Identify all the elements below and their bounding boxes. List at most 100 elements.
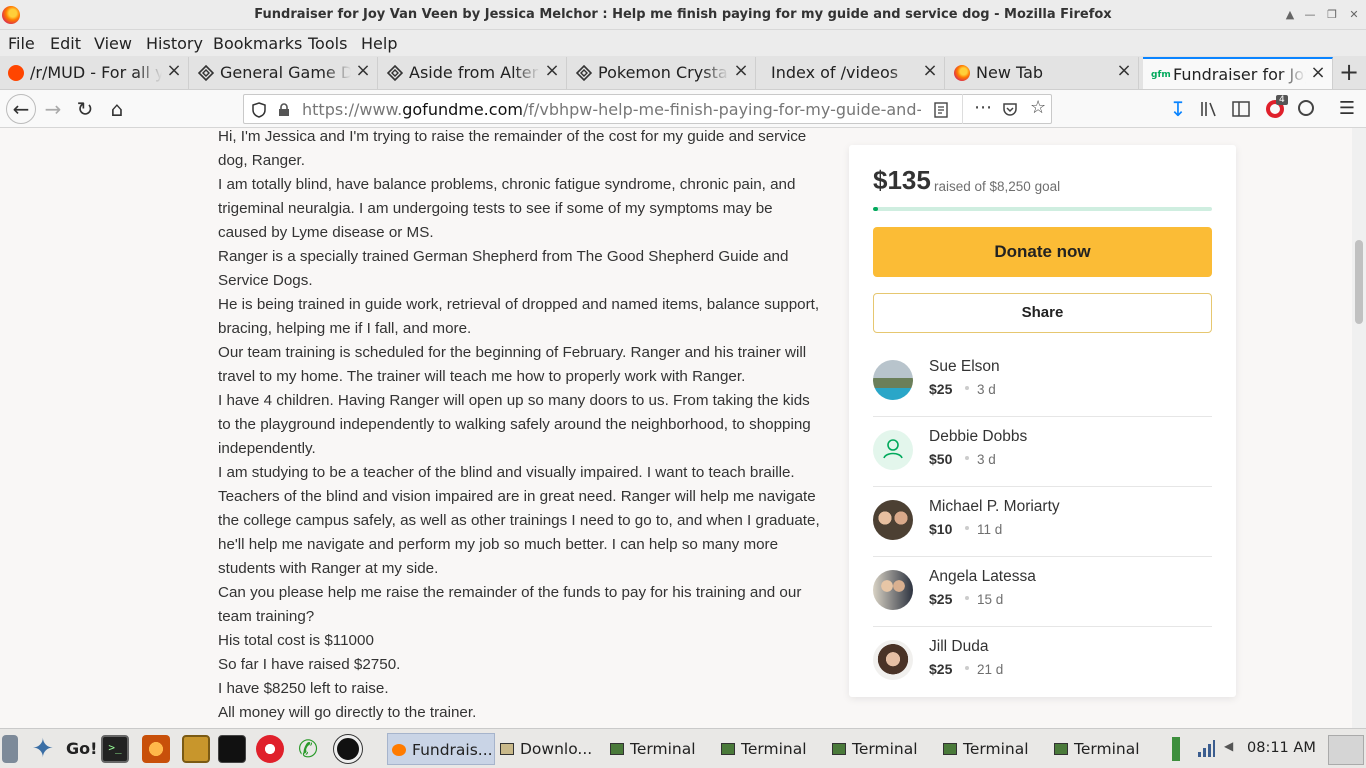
menu-tools[interactable]: Tools <box>308 34 347 53</box>
tab-index-of-videos[interactable]: Index of /videos × <box>757 57 945 89</box>
donor-item: Angela Latessa $25 15 d <box>873 557 1212 627</box>
task-label: Terminal <box>963 740 1029 758</box>
close-tab-icon[interactable]: × <box>1116 62 1132 80</box>
downloads-icon[interactable]: ↧ <box>1165 96 1191 122</box>
tray-expand-icon[interactable]: ◀ <box>1224 739 1233 753</box>
donor-time: 3 d <box>977 452 996 467</box>
close-tab-icon[interactable]: × <box>544 62 560 80</box>
reader-view-icon[interactable] <box>934 102 948 118</box>
diamond-icon <box>387 65 403 81</box>
lock-icon[interactable] <box>278 103 290 117</box>
shield-icon[interactable] <box>252 102 266 118</box>
obs-launcher-icon[interactable] <box>334 735 362 763</box>
new-tab-button[interactable]: + <box>1336 60 1362 86</box>
tab-label: New Tab <box>976 63 1044 82</box>
tab-general-game-dis[interactable]: General Game Dis × <box>190 57 378 89</box>
battery-icon[interactable] <box>1172 737 1180 761</box>
window-maximize-icon[interactable]: ❐ <box>1324 7 1340 23</box>
task-terminal[interactable]: Terminal <box>610 733 715 765</box>
donate-now-button[interactable]: Donate now <box>873 227 1212 277</box>
show-desktop-icon[interactable] <box>1328 735 1364 765</box>
donor-item: Michael P. Moriarty $10 11 d <box>873 487 1212 557</box>
story-paragraph: All money will go directly to the traine… <box>218 704 477 721</box>
page-actions-icon[interactable]: ⋯ <box>974 97 992 118</box>
menu-help[interactable]: Help <box>361 34 397 53</box>
story-paragraph: He is being trained in guide work, retri… <box>218 296 820 337</box>
app-launcher-icon[interactable] <box>142 735 170 763</box>
close-tab-icon[interactable]: × <box>922 62 938 80</box>
window-minimize-icon[interactable]: — <box>1302 7 1318 23</box>
menu-bookmarks[interactable]: Bookmarks <box>213 34 302 53</box>
back-icon[interactable]: ← <box>6 94 36 124</box>
page-scrollbar[interactable] <box>1352 128 1366 728</box>
task-terminal[interactable]: Terminal <box>1054 733 1159 765</box>
heart-person-icon <box>883 439 903 459</box>
tab-strip: /r/MUD - For all yo × General Game Dis ×… <box>0 56 1366 90</box>
start-menu-icon[interactable]: ✦ <box>32 735 60 763</box>
donor-name: Angela Latessa <box>929 568 1036 585</box>
url-path: /f/vbhpw-help-me-finish-paying-for-my-gu… <box>522 100 921 119</box>
separator-dot <box>965 526 969 530</box>
game-launcher-icon[interactable] <box>218 735 246 763</box>
story-paragraph: I have 4 children. Having Ranger will op… <box>218 392 811 457</box>
reload-icon[interactable]: ↻ <box>72 96 98 122</box>
diamond-icon <box>576 65 592 81</box>
menu-history[interactable]: History <box>146 34 203 53</box>
go-label[interactable]: Go! <box>66 739 97 758</box>
donor-name: Sue Elson <box>929 358 1000 375</box>
donor-amount: $50 <box>929 451 953 467</box>
task-label: Terminal <box>630 740 696 758</box>
menu-file[interactable]: File <box>8 34 35 53</box>
share-button[interactable]: Share <box>873 293 1212 333</box>
avatar <box>873 360 913 400</box>
home-icon[interactable]: ⌂ <box>104 96 130 122</box>
close-tab-icon[interactable]: × <box>733 62 749 80</box>
tab-fundraiser[interactable]: gfm Fundraiser for Joy × <box>1143 57 1333 89</box>
url-bar[interactable]: https://www.gofundme.com/f/vbhpw-help-me… <box>243 94 1052 124</box>
pocket-icon[interactable] <box>1002 102 1018 118</box>
desktop-icon[interactable] <box>2 735 18 763</box>
menu-view[interactable]: View <box>94 34 132 53</box>
story-paragraph: I am totally blind, have balance problem… <box>218 176 796 241</box>
library-icon[interactable] <box>1200 100 1220 118</box>
task-terminal[interactable]: Terminal <box>721 733 826 765</box>
task-downloads[interactable]: Downlo... <box>498 733 603 765</box>
diamond-icon <box>198 65 214 81</box>
bookmark-star-icon[interactable]: ☆ <box>1030 97 1046 118</box>
scrollbar-thumb[interactable] <box>1355 240 1363 324</box>
reddit-icon <box>8 65 24 81</box>
menu-edit[interactable]: Edit <box>50 34 81 53</box>
task-terminal[interactable]: Terminal <box>943 733 1048 765</box>
forward-icon[interactable]: → <box>40 96 66 122</box>
network-signal-icon[interactable] <box>1196 739 1216 759</box>
tab-pokemon-crystal[interactable]: Pokemon Crystal × <box>568 57 756 89</box>
sidebar-icon[interactable] <box>1232 100 1250 118</box>
window-close-icon[interactable]: ✕ <box>1346 7 1362 23</box>
separator-dot <box>965 596 969 600</box>
url-text[interactable]: https://www.gofundme.com/f/vbhpw-help-me… <box>302 100 921 119</box>
menubar: File Edit View History Bookmarks Tools H… <box>0 30 1366 56</box>
task-label: Terminal <box>741 740 807 758</box>
story-paragraph: I have $8250 left to raise. <box>218 680 389 697</box>
close-tab-icon[interactable]: × <box>166 62 182 80</box>
task-terminal[interactable]: Terminal <box>832 733 937 765</box>
story-paragraph: Can you please help me raise the remaind… <box>218 584 802 625</box>
window-scroll-up-icon[interactable]: ▲ <box>1282 7 1298 23</box>
close-tab-icon[interactable]: × <box>355 62 371 80</box>
tab-new-tab[interactable]: New Tab × <box>946 57 1139 89</box>
terminal-launcher-icon[interactable]: >_ <box>101 735 129 763</box>
tab-label: Fundraiser for Joy <box>1173 65 1306 84</box>
url-domain: gofundme.com <box>402 100 523 119</box>
hamburger-menu-icon[interactable]: ☰ <box>1334 96 1360 122</box>
tab-aside-from-alter[interactable]: Aside from Alter a × <box>379 57 567 89</box>
task-firefox[interactable]: Fundrais... <box>387 733 495 765</box>
url-divider <box>962 94 963 124</box>
account-icon[interactable] <box>1298 100 1314 116</box>
task-label: Terminal <box>852 740 918 758</box>
close-tab-icon[interactable]: × <box>1310 64 1326 82</box>
task-label: Downlo... <box>520 740 593 758</box>
devil-launcher-icon[interactable] <box>256 735 284 763</box>
tab-reddit-mud[interactable]: /r/MUD - For all yo × <box>0 57 189 89</box>
notes-launcher-icon[interactable] <box>182 735 210 763</box>
phone-launcher-icon[interactable]: ✆ <box>298 735 326 763</box>
